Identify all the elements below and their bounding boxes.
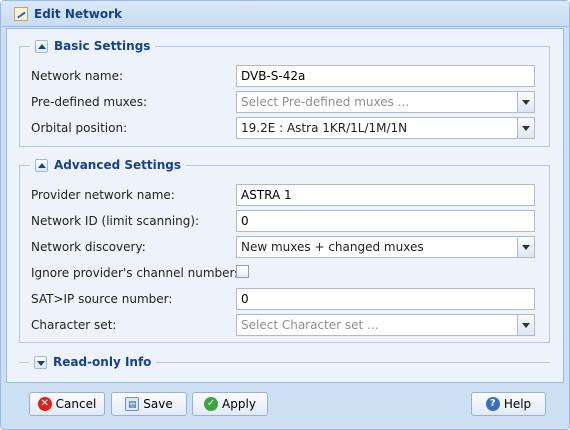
- row-provider-network-name: Provider network name: ASTRA 1: [20, 184, 549, 206]
- help-icon: ?: [485, 397, 500, 411]
- network-discovery-value: New muxes + changed muxes: [241, 240, 424, 254]
- orbital-position-label: Orbital position:: [31, 121, 128, 135]
- row-network-discovery: Network discovery: New muxes + changed m…: [20, 236, 549, 258]
- basic-settings-title: Basic Settings: [54, 39, 151, 53]
- apply-button[interactable]: ✓ Apply: [192, 392, 268, 416]
- character-set-combo[interactable]: Select Character set ...: [236, 314, 535, 336]
- edit-network-icon: [14, 7, 28, 21]
- ignore-channel-numbers-label: Ignore provider's channel numbers:: [31, 266, 245, 280]
- help-button[interactable]: ? Help: [471, 392, 546, 416]
- row-predefined-muxes: Pre-defined muxes: Select Pre-defined mu…: [20, 91, 549, 113]
- basic-settings-legend: Basic Settings: [30, 37, 156, 55]
- chevron-down-icon[interactable]: [517, 315, 534, 335]
- cancel-icon: ✕: [37, 397, 52, 411]
- cancel-button[interactable]: ✕ Cancel: [29, 392, 105, 416]
- chevron-down-icon[interactable]: [517, 237, 534, 257]
- expand-readonly-icon[interactable]: [34, 355, 47, 369]
- row-satip-source: SAT>IP source number: 0: [20, 288, 549, 310]
- network-name-label: Network name:: [31, 69, 123, 83]
- satip-source-input[interactable]: 0: [236, 288, 535, 310]
- readonly-info-group: Read-only Info: [19, 353, 550, 371]
- chevron-down-icon[interactable]: [517, 118, 534, 138]
- advanced-settings-title: Advanced Settings: [54, 158, 182, 172]
- row-orbital-position: Orbital position: 19.2E : Astra 1KR/1L/1…: [20, 117, 549, 139]
- orbital-position-value: 19.2E : Astra 1KR/1L/1M/1N: [241, 121, 408, 135]
- predefined-muxes-placeholder: Select Pre-defined muxes ...: [241, 95, 410, 109]
- edit-network-window: Edit Network Basic Settings Network name…: [0, 0, 570, 430]
- readonly-info-legend: Read-only Info: [29, 353, 157, 371]
- network-id-input[interactable]: 0: [236, 210, 535, 232]
- window-title: Edit Network: [34, 7, 122, 21]
- predefined-muxes-combo[interactable]: Select Pre-defined muxes ...: [236, 91, 535, 113]
- row-network-id: Network ID (limit scanning): 0: [20, 210, 549, 232]
- satip-source-label: SAT>IP source number:: [31, 292, 173, 306]
- help-button-label: Help: [503, 397, 532, 411]
- character-set-placeholder: Select Character set ...: [241, 318, 379, 332]
- provider-network-name-input[interactable]: ASTRA 1: [236, 184, 535, 206]
- save-button-label: Save: [143, 397, 173, 411]
- character-set-label: Character set:: [31, 318, 117, 332]
- save-icon: ▤: [125, 397, 140, 411]
- collapse-basic-icon[interactable]: [35, 39, 48, 53]
- network-name-input[interactable]: DVB-S-42a: [236, 65, 535, 87]
- apply-button-label: Apply: [222, 397, 256, 411]
- row-ignore-channel-numbers: Ignore provider's channel numbers:: [20, 262, 549, 284]
- network-discovery-combo[interactable]: New muxes + changed muxes: [236, 236, 535, 258]
- advanced-settings-legend: Advanced Settings: [30, 156, 187, 174]
- apply-check-icon: ✓: [204, 397, 219, 411]
- row-network-name: Network name: DVB-S-42a: [20, 65, 549, 87]
- collapse-advanced-icon[interactable]: [35, 158, 48, 172]
- form-panel: Basic Settings Network name: DVB-S-42a P…: [6, 28, 564, 383]
- readonly-info-title: Read-only Info: [53, 355, 152, 369]
- row-character-set: Character set: Select Character set ...: [20, 314, 549, 336]
- network-id-label: Network ID (limit scanning):: [31, 214, 200, 228]
- chevron-down-icon[interactable]: [517, 92, 534, 112]
- provider-network-name-label: Provider network name:: [31, 188, 175, 202]
- network-discovery-label: Network discovery:: [31, 240, 146, 254]
- button-bar: ✕ Cancel ▤ Save ✓ Apply ? Help: [1, 384, 569, 424]
- basic-settings-group: Basic Settings Network name: DVB-S-42a P…: [19, 37, 550, 147]
- cancel-button-label: Cancel: [55, 397, 97, 411]
- advanced-settings-group: Advanced Settings Provider network name:…: [19, 156, 550, 343]
- window-titlebar[interactable]: Edit Network: [1, 1, 569, 27]
- predefined-muxes-label: Pre-defined muxes:: [31, 95, 148, 109]
- orbital-position-combo[interactable]: 19.2E : Astra 1KR/1L/1M/1N: [236, 117, 535, 139]
- ignore-channel-numbers-checkbox[interactable]: [236, 265, 249, 278]
- save-button[interactable]: ▤ Save: [111, 392, 187, 416]
